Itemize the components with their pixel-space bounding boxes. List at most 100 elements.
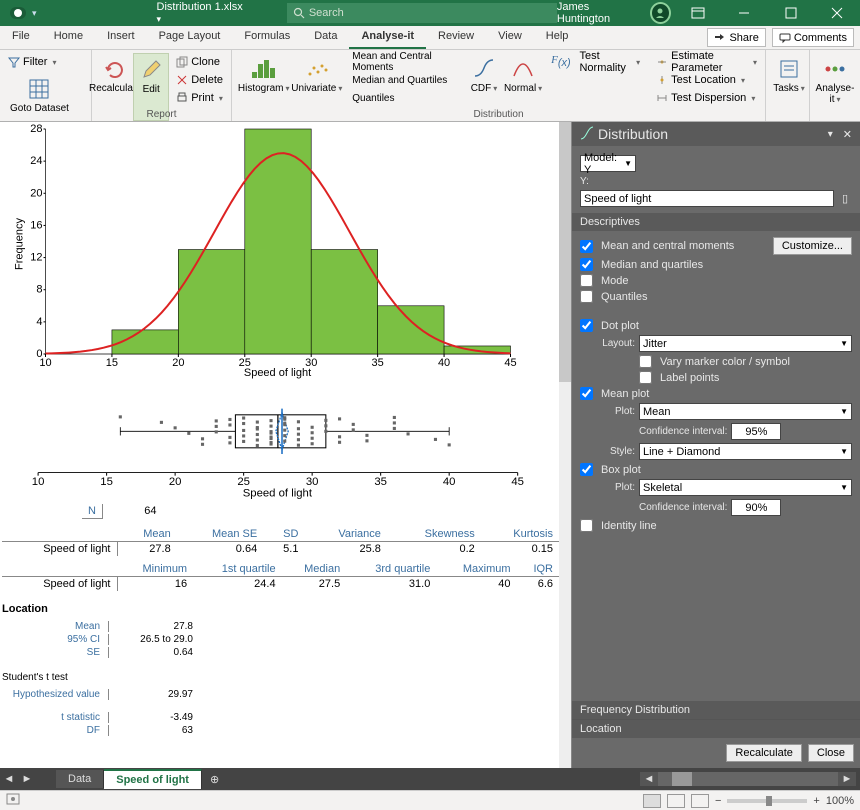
quantiles-check[interactable] [580, 290, 593, 303]
zoom-in-button[interactable]: + [813, 795, 819, 807]
y-clear-icon[interactable]: ▯ [838, 192, 852, 205]
layout-select[interactable]: Jitter▼ [639, 335, 852, 352]
add-sheet-button[interactable]: ⊕ [202, 770, 227, 789]
ci95-field[interactable]: 95% [731, 423, 781, 440]
filter-button[interactable]: Filter [5, 53, 74, 71]
tab-formulas[interactable]: Formulas [232, 26, 302, 49]
analyseit-menu-button[interactable]: Analyse-it [815, 53, 855, 121]
model-select[interactable]: Model: Y▼ [580, 155, 636, 172]
print-button[interactable]: Print [173, 89, 226, 107]
boxplot-select[interactable]: Skeletal▼ [639, 479, 852, 496]
svg-text:45: 45 [511, 476, 524, 488]
test-dispersion-button[interactable]: Test Dispersion [653, 89, 760, 107]
worksheet[interactable]: 0481216202428 1015202530354045 Frequency… [0, 122, 572, 768]
group-report-label: Report [92, 109, 231, 120]
style-select[interactable]: Line + Diamond▼ [639, 443, 852, 460]
identity-check[interactable] [580, 519, 593, 532]
tab-help[interactable]: Help [534, 26, 581, 49]
view-normal-button[interactable] [643, 794, 661, 808]
med-q-check[interactable] [580, 258, 593, 271]
qat-down-icon[interactable]: ▾ [32, 8, 37, 19]
test-normality-button[interactable]: F(x) Test Normality [548, 53, 643, 71]
user-avatar[interactable] [650, 2, 671, 24]
ci-label-2: Confidence interval: [639, 502, 727, 513]
view-layout-button[interactable] [667, 794, 685, 808]
comments-button[interactable]: Comments [772, 28, 854, 47]
tasks-button[interactable]: Tasks [771, 53, 807, 121]
customize-button[interactable]: Customize... [773, 237, 852, 255]
svg-text:24: 24 [30, 155, 42, 167]
panel-dropdown-icon[interactable]: ▾ [828, 129, 833, 140]
tab-review[interactable]: Review [426, 26, 486, 49]
sheet-nav-prev[interactable]: ◄ [0, 773, 18, 785]
stats-table-quartiles: Minimum1st quartileMedian3rd quartileMax… [2, 562, 559, 591]
svg-text:4: 4 [36, 316, 42, 328]
test-location-button[interactable]: Test Location [653, 71, 760, 89]
tab-data[interactable]: Data [302, 26, 349, 49]
sheet-tab-speed-of-light[interactable]: Speed of light [104, 769, 202, 789]
sheet-nav-next[interactable]: ► [18, 773, 36, 785]
autosave-toggle[interactable] [10, 7, 26, 19]
mean-cm-check[interactable] [580, 240, 593, 253]
record-macro-icon[interactable] [6, 793, 20, 808]
user-name[interactable]: James Huntington [557, 1, 642, 25]
dotplot-check[interactable] [580, 319, 593, 332]
ci90-field[interactable]: 90% [731, 499, 781, 516]
clone-button[interactable]: Clone [173, 53, 226, 71]
y-field[interactable]: Speed of light [580, 190, 834, 207]
median-quartiles-button[interactable]: Median and Quartiles [349, 71, 458, 89]
zoom-out-button[interactable]: − [715, 795, 721, 807]
goto-dataset-button[interactable]: Goto Dataset [5, 73, 74, 116]
sheet-tab-data[interactable]: Data [56, 770, 104, 788]
univariate-icon [304, 58, 330, 80]
location-header[interactable]: Location [572, 719, 860, 738]
svg-text:15: 15 [106, 357, 118, 369]
histogram-icon [250, 58, 278, 80]
svg-text:20: 20 [169, 476, 182, 488]
vertical-scrollbar[interactable] [559, 122, 571, 768]
svg-text:20: 20 [30, 187, 42, 199]
svg-text:15: 15 [100, 476, 113, 488]
panel-close-button[interactable]: ✕ [843, 128, 852, 141]
delete-button[interactable]: Delete [173, 71, 226, 89]
vary-check[interactable] [639, 355, 652, 368]
vary-label: Vary marker color / symbol [660, 356, 790, 368]
layout-label: Layout: [580, 338, 635, 349]
tab-view[interactable]: View [486, 26, 534, 49]
mode-check[interactable] [580, 274, 593, 287]
panel-recalc-button[interactable]: Recalculate [726, 744, 801, 762]
labelpts-check[interactable] [639, 371, 652, 384]
svg-text:20: 20 [172, 357, 184, 369]
tab-page-layout[interactable]: Page Layout [147, 26, 233, 49]
search-input[interactable]: Search [287, 3, 557, 23]
y-label: Y: [580, 176, 852, 187]
identity-label: Identity line [601, 520, 657, 532]
boxplot-check[interactable] [580, 463, 593, 476]
horizontal-scrollbar[interactable]: ◄► [640, 772, 856, 786]
filename[interactable]: Distribution 1.xlsx ▾ [157, 1, 247, 25]
share-button[interactable]: Share [707, 28, 765, 47]
descriptives-header: Descriptives [572, 213, 860, 231]
minimize-button[interactable] [725, 0, 763, 26]
stats-table-moments: MeanMean SESDVarianceSkewnessKurtosis Sp… [2, 527, 559, 556]
meanplot-select[interactable]: Mean▼ [639, 403, 852, 420]
svg-text:12: 12 [30, 252, 42, 264]
close-button[interactable] [818, 0, 856, 26]
zoom-level[interactable]: 100% [826, 795, 854, 807]
tab-insert[interactable]: Insert [95, 26, 147, 49]
meanplot-check[interactable] [580, 387, 593, 400]
panel-close-button-2[interactable]: Close [808, 744, 854, 762]
view-break-button[interactable] [691, 794, 709, 808]
maximize-button[interactable] [771, 0, 809, 26]
tab-analyse-it[interactable]: Analyse-it [349, 26, 426, 49]
freq-dist-header[interactable]: Frequency Distribution [572, 701, 860, 719]
dots-icon [823, 59, 847, 79]
estimate-parameter-button[interactable]: Estimate Parameter [653, 53, 760, 71]
tab-home[interactable]: Home [42, 26, 95, 49]
tab-file[interactable]: File [0, 26, 42, 49]
quantiles-button[interactable]: Quantiles [349, 89, 458, 107]
ribbon-mode-icon[interactable] [679, 0, 717, 26]
zoom-slider[interactable] [727, 799, 807, 803]
mode-label: Mode [601, 275, 629, 287]
mean-central-moments-button[interactable]: Mean and Central Moments [349, 53, 458, 71]
